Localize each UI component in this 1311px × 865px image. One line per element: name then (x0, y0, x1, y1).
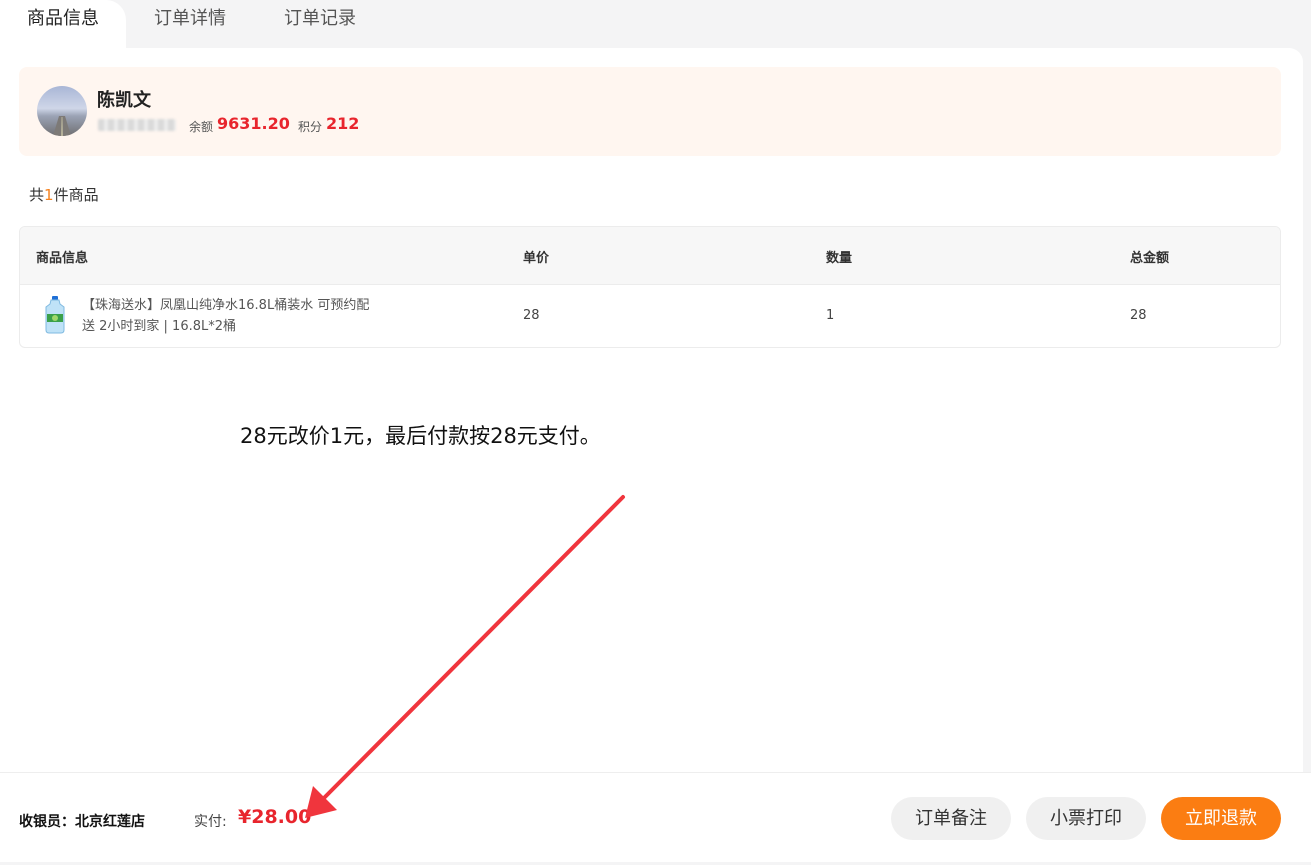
unit-price-cell: 28 (523, 308, 540, 323)
print-receipt-button[interactable]: 小票打印 (1026, 797, 1146, 840)
member-phone-masked (98, 119, 176, 131)
product-name: 【珠海送水】凤凰山纯净水16.8L桶装水 可预约配送 2小时到家 | 16.8L… (82, 298, 370, 334)
member-name: 陈凯文 (97, 90, 151, 111)
item-count-number: 1 (44, 186, 54, 204)
column-header-quantity: 数量 (826, 251, 853, 266)
tab-order-records[interactable]: 订单记录 (268, 0, 372, 48)
refund-button[interactable]: 立即退款 (1161, 797, 1281, 840)
water-bottle-icon (42, 296, 68, 334)
cashier-label: 收银员：北京红莲店 (19, 814, 145, 830)
column-header-unit-price: 单价 (523, 251, 550, 266)
product-table: 商品信息 单价 数量 总金额 【珠海送水】凤凰山纯净水16.8L桶装水 可预约配… (19, 226, 1281, 348)
tab-product-info[interactable]: 商品信息 (0, 0, 126, 48)
table-header: 商品信息 单价 数量 总金额 (20, 227, 1280, 285)
tab-bar: 商品信息 订单详情 订单记录 (0, 0, 1311, 48)
paid-amount: ¥28.00 (238, 806, 312, 828)
order-remark-button[interactable]: 订单备注 (891, 797, 1011, 840)
balance-value: 9631.20 (217, 114, 290, 133)
main-panel: 陈凯文 余额 9631.20 积分 212 共1件商品 商品信息 单价 数量 总… (0, 48, 1303, 772)
total-cell: 28 (1130, 308, 1147, 323)
avatar (37, 86, 87, 136)
quantity-cell: 1 (826, 308, 835, 323)
points-value: 212 (326, 114, 360, 133)
column-header-total: 总金额 (1130, 251, 1170, 266)
footer-bar: 收银员：北京红莲店 实付: ¥28.00 订单备注 小票打印 立即退款 (0, 772, 1311, 862)
annotation-note: 28元改价1元，最后付款按28元支付。 (240, 424, 601, 448)
member-card: 陈凯文 余额 9631.20 积分 212 (19, 67, 1281, 156)
paid-label: 实付: (194, 814, 227, 830)
balance-label: 余额 (189, 120, 214, 134)
table-row: 【珠海送水】凤凰山纯净水16.8L桶装水 可预约配送 2小时到家 | 16.8L… (20, 285, 1280, 347)
column-header-product: 商品信息 (36, 251, 89, 266)
points-label: 积分 (298, 120, 323, 134)
tab-order-details[interactable]: 订单详情 (138, 0, 242, 48)
item-count: 共1件商品 (29, 186, 99, 204)
